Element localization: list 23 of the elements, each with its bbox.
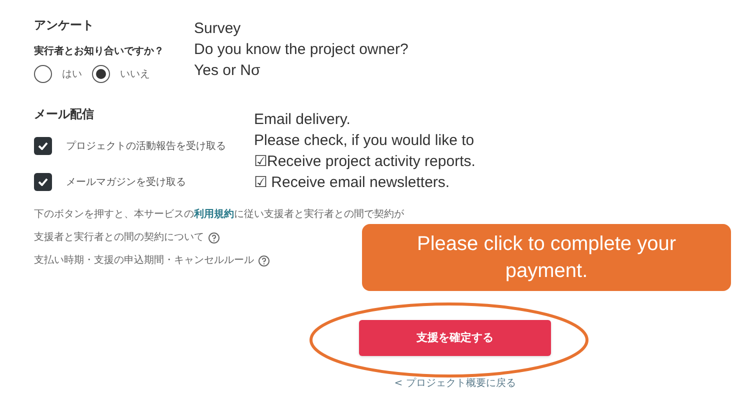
help-icon[interactable] xyxy=(208,232,220,244)
section-heading: アンケート xyxy=(34,17,94,34)
question-label: 実行者とお知り合いですか？ xyxy=(34,44,164,59)
check-icon xyxy=(38,178,48,186)
checkbox[interactable] xyxy=(34,137,52,155)
callout: Please click to complete your payment. xyxy=(362,224,731,291)
checkbox-option[interactable]: プロジェクトの活動報告を受け取る xyxy=(34,137,226,155)
annotation-text: Survey Do you know the project owner? Yes or Nσ xyxy=(194,19,408,81)
checkbox[interactable] xyxy=(34,173,52,191)
info-link[interactable]: 支払い時期・支援の申込期間・キャンセルルール xyxy=(34,253,254,268)
radio-button[interactable] xyxy=(92,65,110,83)
info-link[interactable]: 支援者と実行者との間の契約について xyxy=(34,230,204,245)
back-link[interactable]: < プロジェクト概要に戻る xyxy=(394,376,516,391)
confirm-button[interactable]: 支援を確定する xyxy=(359,320,551,356)
help-icon[interactable] xyxy=(258,254,270,266)
radio-option[interactable]: はい xyxy=(34,65,82,83)
checkbox-option[interactable]: メールマガジンを受け取る xyxy=(34,173,186,191)
annotation-text: Email delivery. Please check, if you would like to ☑Receive project activity reports. ☑ Receive email newsletters. xyxy=(254,110,476,193)
check-icon xyxy=(38,142,48,150)
terms-notice: 下のボタンを押すと、本サービスの利用規約に従い支援者と実行者との間で契約が xyxy=(34,208,404,222)
radio-option[interactable]: いいえ xyxy=(92,65,150,83)
section-heading: メール配信 xyxy=(34,106,94,123)
radio-button[interactable] xyxy=(34,65,52,83)
